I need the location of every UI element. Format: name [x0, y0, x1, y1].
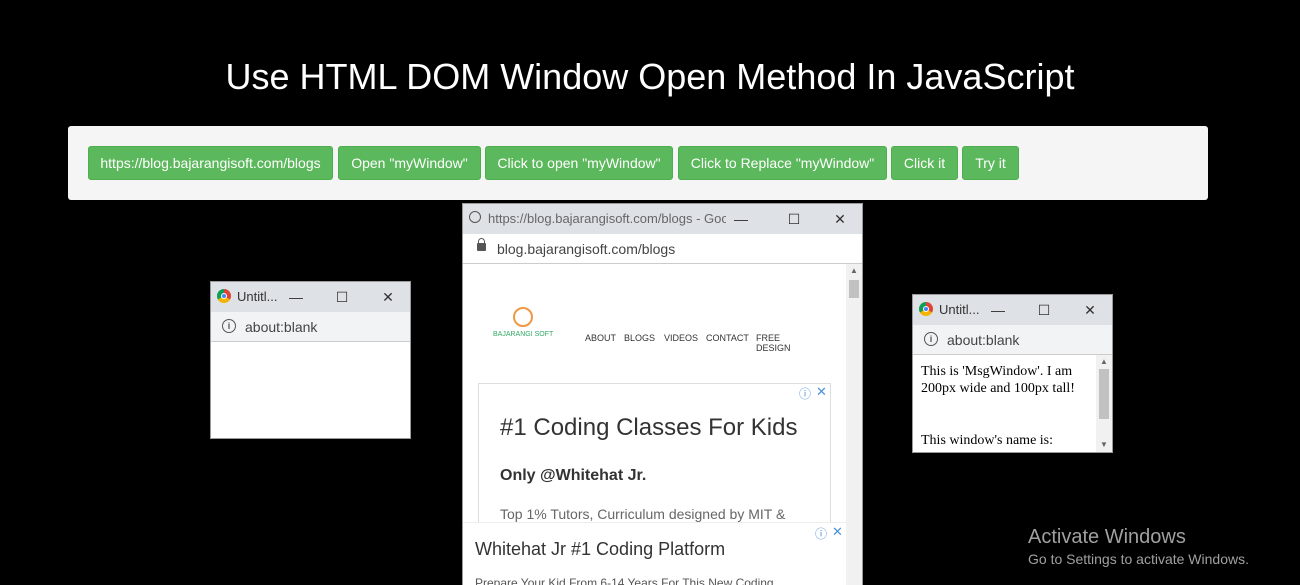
- minimize-icon[interactable]: —: [988, 300, 1008, 320]
- popup-title: https://blog.bajarangisoft.com/blogs - G…: [488, 211, 726, 226]
- scrollbar-thumb[interactable]: [1099, 369, 1109, 419]
- scroll-up-icon[interactable]: ▲: [846, 265, 862, 277]
- ad-close-icon[interactable]: ✕: [832, 524, 843, 540]
- popup-window-left: Untitl... — ☐ ✕ i about:blank: [210, 281, 411, 439]
- try-it-button[interactable]: Try it: [962, 146, 1019, 180]
- adchoices-icon[interactable]: ⓘ: [799, 385, 811, 402]
- minimize-icon[interactable]: —: [731, 209, 751, 229]
- ad-close-icon[interactable]: ✕: [816, 384, 827, 400]
- ad-banner[interactable]: ⓘ ✕ Whitehat Jr #1 Coding Platform Prepa…: [463, 522, 847, 585]
- close-icon[interactable]: ✕: [1080, 300, 1100, 320]
- popup-titlebar: Untitl... — ☐ ✕: [913, 295, 1112, 325]
- address-text: about:blank: [245, 319, 318, 335]
- adchoices-icon[interactable]: ⓘ: [815, 525, 827, 542]
- popup-window-msgwindow: Untitl... — ☐ ✕ i about:blank This is 'M…: [912, 294, 1113, 453]
- ad-box[interactable]: ⓘ ✕ #1 Coding Classes For Kids Only @Whi…: [478, 383, 831, 528]
- address-text: blog.bajarangisoft.com/blogs: [497, 241, 676, 257]
- open-blog-button[interactable]: https://blog.bajarangisoft.com/blogs: [88, 146, 333, 180]
- click-it-button[interactable]: Click it: [891, 146, 958, 180]
- ad-body: Prepare Your Kid From 6-14 Years For Thi…: [475, 576, 774, 585]
- scrollbar[interactable]: ▲ ▼: [1096, 355, 1112, 452]
- close-icon[interactable]: ✕: [378, 287, 398, 307]
- activate-windows-title: Activate Windows: [1028, 526, 1186, 548]
- popup-titlebar: https://blog.bajarangisoft.com/blogs - G…: [463, 204, 862, 234]
- popup-title: Untitl...: [237, 289, 278, 304]
- maximize-icon[interactable]: ☐: [332, 287, 352, 307]
- info-icon[interactable]: i: [924, 332, 938, 346]
- address-bar[interactable]: blog.bajarangisoft.com/blogs: [463, 234, 862, 264]
- popup-titlebar: Untitl... — ☐ ✕: [211, 282, 410, 312]
- nav-item-free-design[interactable]: FREE DESIGN: [756, 333, 791, 353]
- nav-item-contact[interactable]: CONTACT: [706, 333, 749, 343]
- maximize-icon[interactable]: ☐: [784, 209, 804, 229]
- nav-item-blogs[interactable]: BLOGS: [624, 333, 655, 343]
- nav-item-about[interactable]: ABOUT: [585, 333, 616, 343]
- chrome-icon: [919, 302, 933, 316]
- button-toolbar: https://blog.bajarangisoft.com/blogs Ope…: [68, 126, 1208, 200]
- scrollbar-thumb[interactable]: [849, 280, 859, 298]
- open-mywindow-button[interactable]: Open "myWindow": [338, 146, 481, 180]
- maximize-icon[interactable]: ☐: [1034, 300, 1054, 320]
- popup-title: Untitl...: [939, 302, 979, 317]
- ad-headline: #1 Coding Classes For Kids: [500, 414, 798, 441]
- ad-subhead: Only @Whitehat Jr.: [500, 467, 647, 484]
- address-bar[interactable]: i about:blank: [211, 312, 410, 342]
- scrollbar[interactable]: ▲: [846, 264, 862, 585]
- site-logo-text: BAJARANGI SOFT: [493, 331, 554, 338]
- site-icon: [469, 211, 481, 223]
- click-to-replace-mywindow-button[interactable]: Click to Replace "myWindow": [678, 146, 887, 180]
- window-name-text: This window's name is:: [921, 433, 1054, 448]
- minimize-icon[interactable]: —: [286, 287, 306, 307]
- address-text: about:blank: [947, 332, 1020, 348]
- nav-item-videos[interactable]: VIDEOS: [664, 333, 698, 343]
- page-title: Use HTML DOM Window Open Method In JavaS…: [225, 56, 1075, 97]
- chrome-icon: [217, 289, 231, 303]
- scroll-up-icon[interactable]: ▲: [1096, 356, 1112, 368]
- close-icon[interactable]: ✕: [830, 209, 850, 229]
- click-to-open-mywindow-button[interactable]: Click to open "myWindow": [485, 146, 673, 180]
- message-text: This is 'MsgWindow'. I am 200px wide and…: [921, 364, 1075, 396]
- info-icon[interactable]: i: [222, 319, 236, 333]
- lock-icon: [477, 238, 486, 251]
- address-bar[interactable]: i about:blank: [913, 325, 1112, 355]
- logo-icon: [513, 307, 533, 327]
- ad-headline: Whitehat Jr #1 Coding Platform: [475, 539, 726, 559]
- ad-body: Top 1% Tutors, Curriculum designed by MI…: [500, 506, 786, 522]
- popup-window-blog: https://blog.bajarangisoft.com/blogs - G…: [462, 203, 863, 585]
- activate-windows-subtitle: Go to Settings to activate Windows.: [1028, 551, 1249, 567]
- scroll-down-icon[interactable]: ▼: [1096, 439, 1112, 451]
